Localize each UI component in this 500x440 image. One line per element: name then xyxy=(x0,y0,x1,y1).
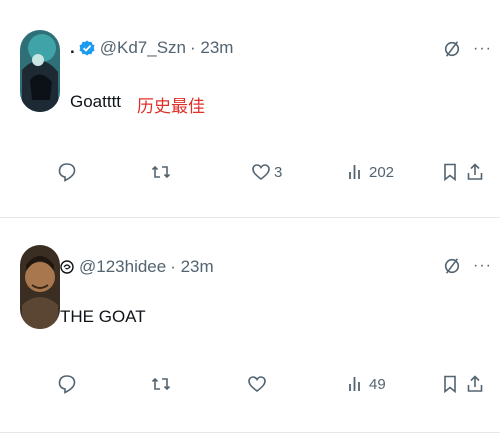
more-options-icon[interactable]: ··· xyxy=(473,40,492,58)
reply-button[interactable] xyxy=(57,374,80,394)
bookmark-button[interactable] xyxy=(440,162,460,182)
post-header: . @Kd7_Szn · 23m xyxy=(70,38,233,58)
like-button[interactable]: 3 xyxy=(251,162,282,182)
heart-icon xyxy=(252,164,270,181)
post-divider xyxy=(0,217,500,218)
views-icon xyxy=(349,165,360,179)
post-text: Goatttt xyxy=(70,92,122,111)
grok-icon[interactable] xyxy=(443,257,461,275)
post-header: @123hidee · 23m xyxy=(60,257,214,277)
bookmark-icon xyxy=(444,163,456,182)
view-count: 202 xyxy=(369,163,395,181)
view-count: 49 xyxy=(369,375,386,393)
bookmark-icon xyxy=(444,375,456,394)
post-text: THE GOAT xyxy=(60,307,146,326)
heart-icon xyxy=(248,376,266,393)
like-button[interactable] xyxy=(247,374,270,394)
repost-button[interactable] xyxy=(151,374,174,394)
like-count: 3 xyxy=(274,163,283,181)
share-button[interactable] xyxy=(465,374,485,394)
views-button[interactable]: 202 xyxy=(346,162,394,182)
repost-button[interactable] xyxy=(151,162,174,182)
share-button[interactable] xyxy=(465,162,485,182)
post-timestamp[interactable]: · 23m xyxy=(170,257,213,277)
swirl-emoji-icon xyxy=(60,260,74,274)
post-divider xyxy=(0,432,500,433)
grok-icon[interactable] xyxy=(443,40,461,58)
post-top-actions: ··· xyxy=(443,257,492,275)
user-handle[interactable]: @123hidee xyxy=(79,257,166,277)
reply-button[interactable] xyxy=(57,162,80,182)
views-icon xyxy=(349,377,360,391)
translation-text: 历史最佳 xyxy=(137,97,205,116)
avatar[interactable] xyxy=(20,245,60,329)
reply-icon xyxy=(58,375,76,394)
more-options-icon[interactable]: ··· xyxy=(473,257,492,275)
verified-badge-icon xyxy=(79,40,95,56)
share-icon xyxy=(467,375,483,392)
post-timestamp[interactable]: · 23m xyxy=(190,38,233,58)
display-name-dot: . xyxy=(70,38,75,57)
share-icon xyxy=(467,163,483,180)
post-top-actions: ··· xyxy=(443,40,492,58)
user-handle[interactable]: @Kd7_Szn xyxy=(100,38,186,58)
views-button[interactable]: 49 xyxy=(346,374,386,394)
reply-icon xyxy=(58,163,76,182)
repost-icon xyxy=(151,165,171,179)
bookmark-button[interactable] xyxy=(440,374,460,394)
repost-icon xyxy=(151,377,171,391)
avatar[interactable] xyxy=(20,30,60,112)
